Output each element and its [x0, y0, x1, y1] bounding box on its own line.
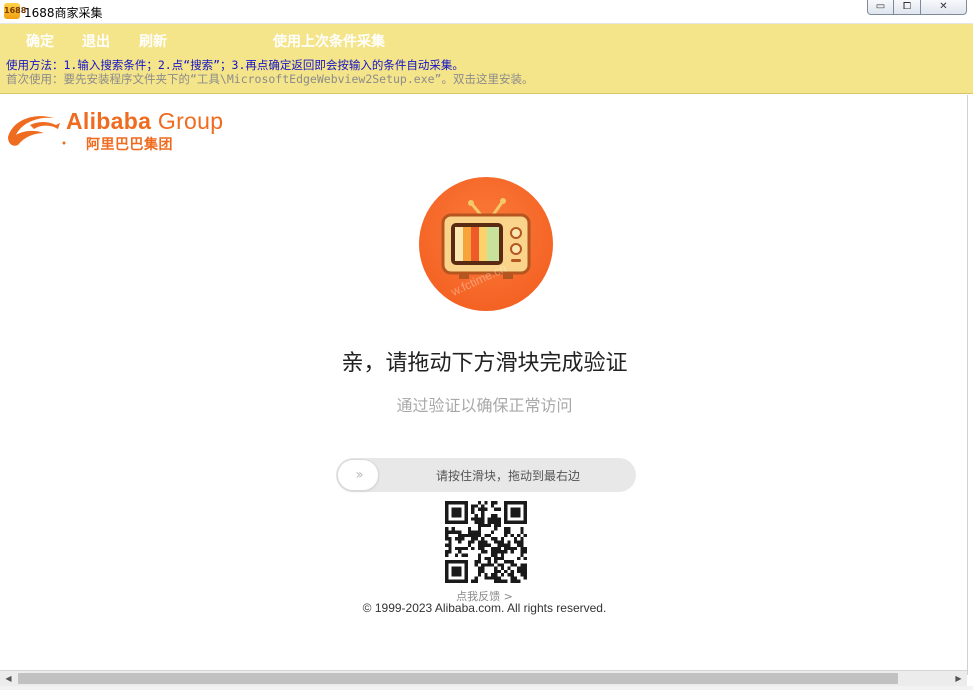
title-bar: 1688 1688商家采集 ▭ ⧠ ✕: [0, 0, 973, 24]
confirm-button[interactable]: 确定: [26, 31, 54, 51]
tv-badge: w.fctime.cn: [419, 177, 553, 311]
close-button[interactable]: ✕: [921, 0, 967, 15]
exit-button[interactable]: 退出: [82, 31, 110, 51]
scroll-left-arrow-icon[interactable]: ◀: [0, 671, 17, 686]
logo-text-en: Alibaba Group: [66, 108, 223, 135]
window-right-edge: [967, 95, 973, 675]
window-controls: ▭ ⧠ ✕: [867, 0, 967, 16]
window-bottom-edge: [0, 686, 973, 690]
verify-subtitle: 通过验证以确保正常访问: [396, 396, 573, 415]
refresh-button[interactable]: 刷新: [139, 31, 167, 51]
slide-hint: 请按住滑块，拖动到最右边: [435, 469, 580, 483]
minimize-button[interactable]: ▭: [867, 0, 894, 15]
logo-text-cn: 阿里巴巴集团: [86, 137, 173, 153]
double-chevron-right-icon: ››: [355, 467, 363, 483]
alibaba-smile-icon: [8, 116, 66, 146]
scroll-right-arrow-icon[interactable]: ▶: [950, 671, 967, 686]
alibaba-group-logo: Alibaba Group 阿里巴巴集团: [4, 107, 254, 153]
verify-title: 亲，请拖动下方滑块完成验证: [341, 351, 628, 376]
app-icon: 1688: [4, 3, 26, 19]
horizontal-scrollbar[interactable]: ◀ ▶: [0, 670, 967, 686]
copyright-text: © 1999-2023 Alibaba.com. All rights rese…: [362, 601, 607, 615]
logo-text-group: Group: [157, 108, 224, 134]
reuse-last-conditions-button[interactable]: 使用上次条件采集: [273, 31, 385, 51]
toolbar: 确定 退出 刷新 使用上次条件采集 使用方法：1.输入搜索条件；2.点“搜索”；…: [0, 24, 973, 94]
slide-verify-track[interactable]: ›› 请按住滑块，拖动到最右边: [336, 458, 636, 492]
webview-content: Alibaba Group 阿里巴巴集团 w.fctime.cn 亲，请拖动下方…: [2, 95, 967, 670]
window-title: 1688商家采集: [24, 6, 103, 20]
first-use-install-hint[interactable]: 首次使用：要先安装程序文件夹下的“工具\MicrosoftEdgeWebview…: [6, 71, 533, 87]
maximize-button[interactable]: ⧠: [894, 0, 921, 15]
retro-tv-icon: [441, 198, 531, 279]
scrollbar-thumb[interactable]: [18, 673, 898, 684]
slide-handle[interactable]: ››: [337, 459, 379, 491]
logo-text-alibaba: Alibaba: [66, 108, 152, 134]
qr-code: [445, 501, 527, 583]
